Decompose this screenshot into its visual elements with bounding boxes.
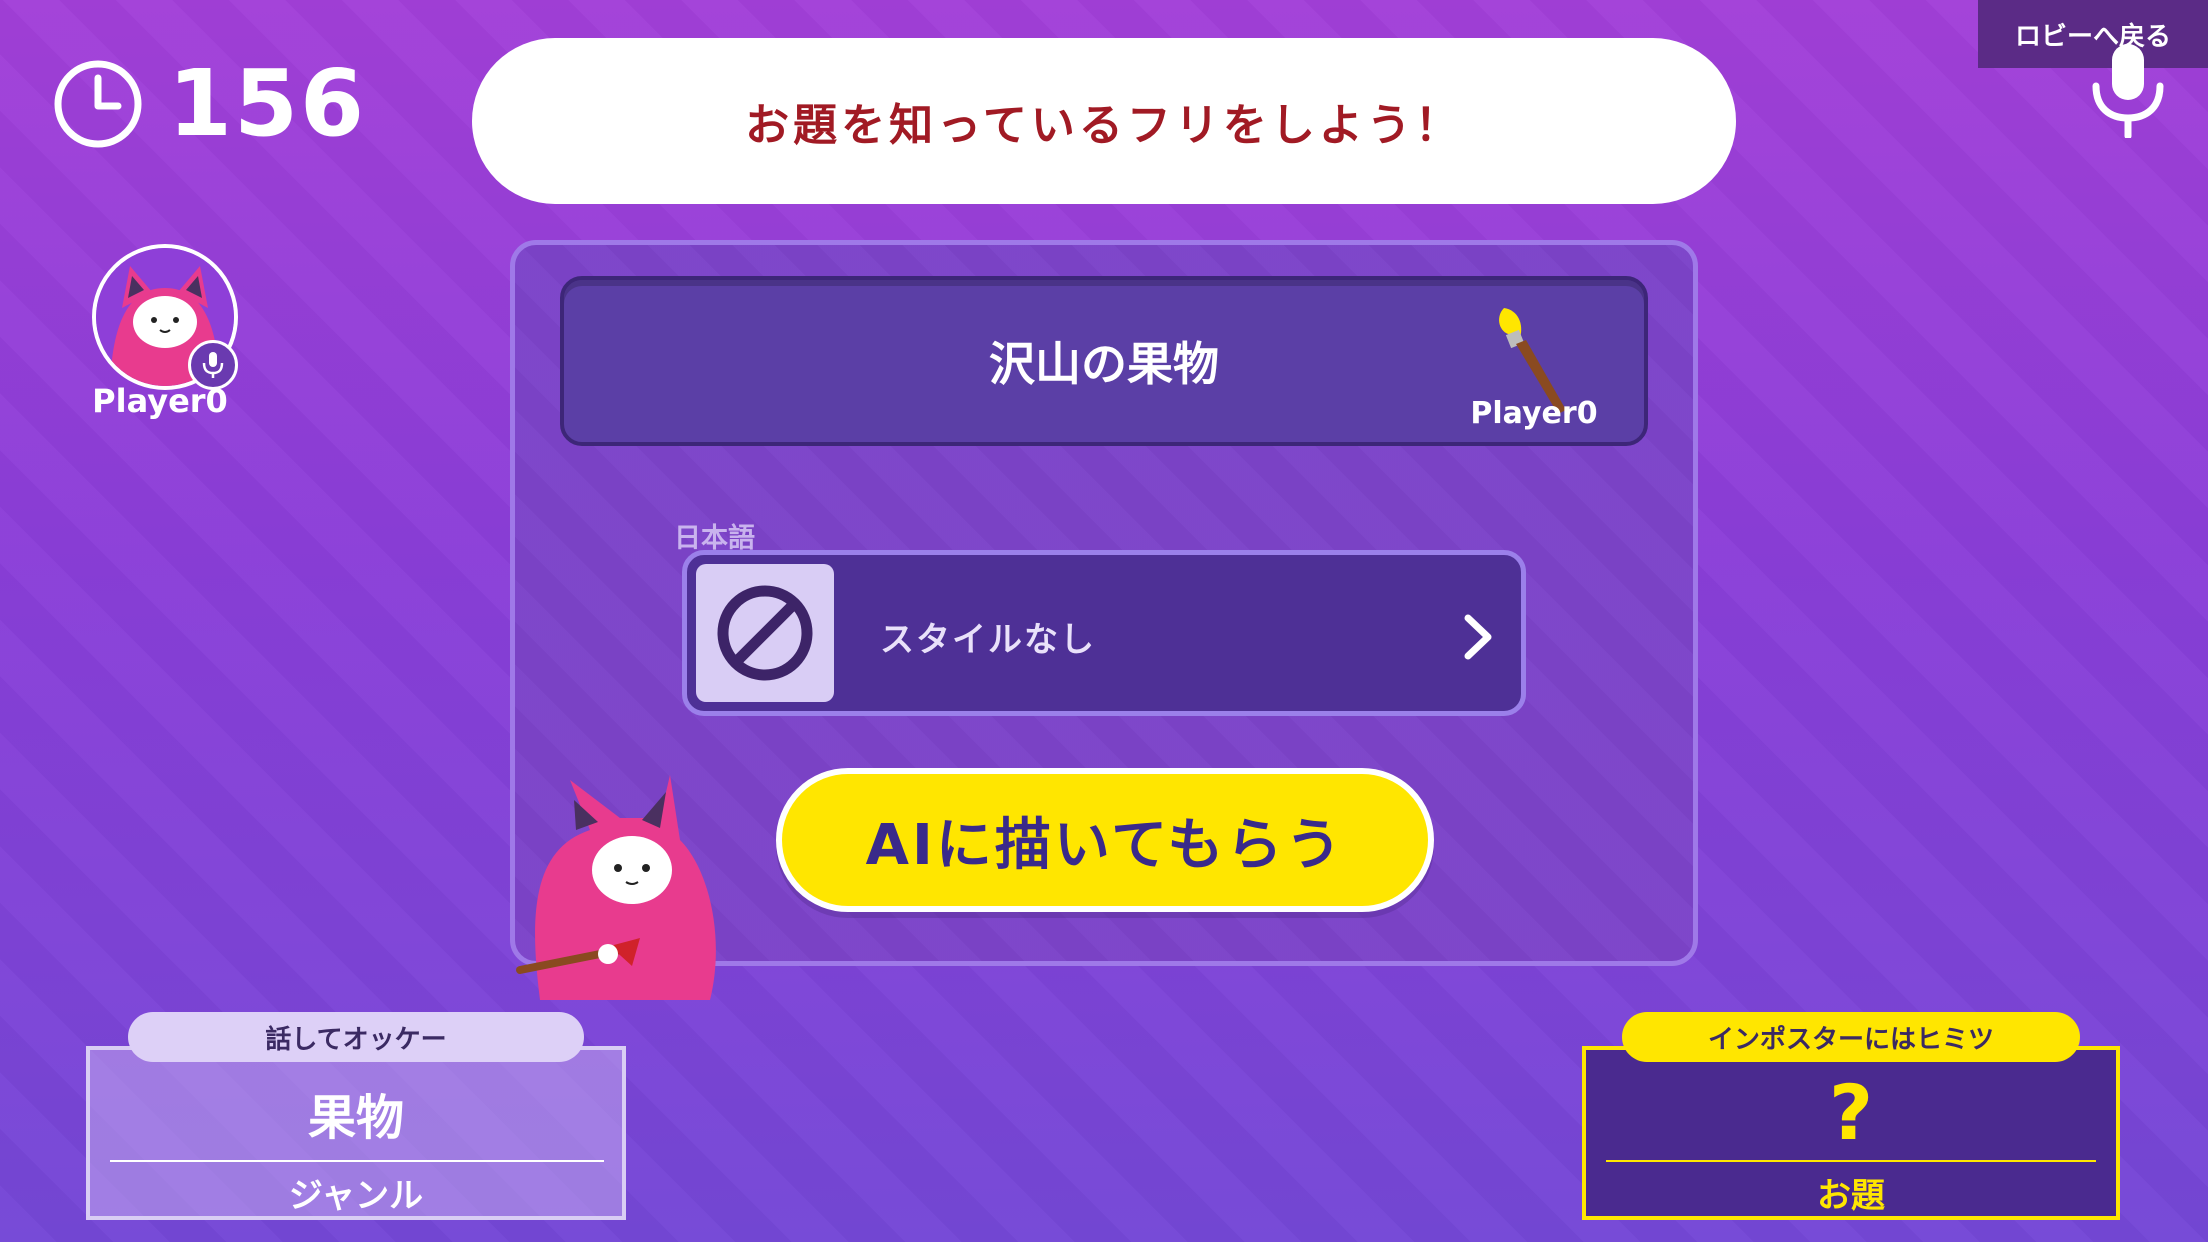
clock-icon [54, 60, 142, 148]
style-thumbnail [696, 564, 834, 702]
style-label: スタイルなし [880, 620, 1096, 660]
drawer-name: Player0 [1470, 396, 1598, 431]
microphone-icon [202, 352, 224, 378]
genre-tag: 話してオッケー [128, 1012, 584, 1062]
instruction-banner: お題を知っているフリをしよう！ [472, 38, 1736, 204]
secret-topic-divider [1606, 1160, 2096, 1162]
ai-draw-button[interactable]: AIに描いてもらう [776, 768, 1434, 912]
secret-topic-tag: インポスターにはヒミツ [1622, 1012, 2080, 1062]
timer-value: 156 [168, 50, 367, 157]
microphone-icon[interactable] [2088, 42, 2168, 138]
timer: 156 [52, 58, 366, 150]
genre-divider [110, 1160, 604, 1162]
secret-topic-label: お題 [1817, 1176, 1885, 1216]
genre-label: ジャンル [288, 1176, 424, 1216]
no-style-icon [717, 585, 813, 681]
genre-value: 果物 [307, 1090, 404, 1146]
secret-topic-value: ? [1828, 1068, 1874, 1157]
chevron-right-icon [1464, 614, 1492, 660]
mascot-character [516, 775, 716, 1000]
player-name: Player0 [92, 382, 228, 420]
